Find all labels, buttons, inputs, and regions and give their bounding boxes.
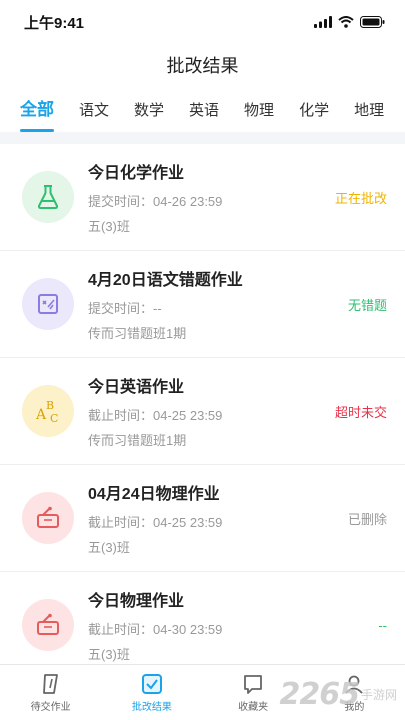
bottom-nav: 待交作业 批改结果 收藏夹 我的 (0, 664, 405, 720)
homework-time: 截止时间：04-25 23:59 (88, 515, 223, 530)
homework-item[interactable]: 今日化学作业 提交时间：04-26 23:59 五(3)班 正在批改 (0, 144, 405, 251)
physics-icon (22, 599, 74, 651)
homework-time: 提交时间：04-26 23:59 (88, 194, 223, 209)
nav-graded-results[interactable]: 批改结果 (101, 665, 202, 720)
homework-item[interactable]: A B C 今日英语作业 截止时间：04-25 23:59 传而习错题班1期 超… (0, 358, 405, 465)
status-badge: 已删除 (347, 511, 387, 527)
tab-geography[interactable]: 地理 (354, 99, 384, 132)
svg-text:C: C (50, 412, 58, 425)
tab-math[interactable]: 数学 (134, 99, 164, 132)
homework-list: 今日化学作业 提交时间：04-26 23:59 五(3)班 正在批改 4月20日… (0, 144, 405, 679)
tab-all[interactable]: 全部 (20, 95, 54, 132)
homework-time: 截止时间：04-30 23:59 (88, 622, 223, 637)
abc-icon: A B C (22, 385, 74, 437)
nav-profile[interactable]: 我的 (304, 665, 405, 720)
wrong-question-icon (22, 278, 74, 330)
homework-title: 4月20日语文错题作业 (88, 272, 243, 289)
svg-text:B: B (46, 399, 54, 412)
tab-chinese[interactable]: 语文 (79, 99, 109, 132)
status-icons (314, 16, 385, 28)
graded-results-icon (141, 673, 162, 694)
homework-time: 提交时间：-- (88, 301, 162, 316)
status-badge: 无错题 (347, 297, 387, 313)
homework-class: 五(3)班 (88, 647, 130, 662)
homework-item[interactable]: 今日物理作业 截止时间：04-30 23:59 五(3)班 -- (0, 572, 405, 679)
subject-tabs: 全部 语文 数学 英语 物理 化学 地理 (0, 86, 405, 132)
wifi-icon (338, 16, 354, 28)
battery-icon (360, 16, 385, 28)
status-badge: 超时未交 (334, 404, 387, 420)
tab-physics[interactable]: 物理 (244, 99, 274, 132)
homework-class: 五(3)班 (88, 540, 130, 555)
nav-label: 待交作业 (30, 701, 71, 713)
status-time: 上午9:41 (24, 14, 85, 32)
nav-favorites[interactable]: 收藏夹 (203, 665, 304, 720)
pending-homework-icon (42, 673, 58, 694)
nav-label: 收藏夹 (238, 701, 269, 713)
nav-pending-homework[interactable]: 待交作业 (0, 665, 101, 720)
signal-icon (314, 16, 332, 28)
tab-english[interactable]: 英语 (189, 99, 219, 132)
homework-title: 04月24日物理作业 (88, 486, 220, 503)
page-title: 批改结果 (166, 56, 239, 76)
homework-time: 截止时间：04-25 23:59 (88, 408, 223, 423)
homework-title: 今日物理作业 (88, 593, 185, 610)
favorites-icon (244, 674, 263, 694)
flask-icon (22, 171, 74, 223)
status-bar: 上午9:41 (0, 0, 405, 44)
section-divider (0, 132, 405, 144)
status-badge: -- (378, 617, 387, 633)
homework-title: 今日英语作业 (88, 379, 185, 396)
homework-class: 五(3)班 (88, 219, 130, 234)
homework-item[interactable]: 4月20日语文错题作业 提交时间：-- 传而习错题班1期 无错题 (0, 251, 405, 358)
physics-icon (22, 492, 74, 544)
nav-label: 我的 (344, 701, 365, 713)
homework-title: 今日化学作业 (88, 165, 185, 182)
status-badge: 正在批改 (334, 190, 387, 206)
profile-icon (345, 675, 364, 694)
tab-chemistry[interactable]: 化学 (299, 99, 329, 132)
homework-class: 传而习错题班1期 (88, 433, 187, 448)
homework-item[interactable]: 04月24日物理作业 截止时间：04-25 23:59 五(3)班 已删除 (0, 465, 405, 572)
nav-label: 批改结果 (131, 701, 172, 713)
homework-class: 传而习错题班1期 (88, 326, 187, 341)
